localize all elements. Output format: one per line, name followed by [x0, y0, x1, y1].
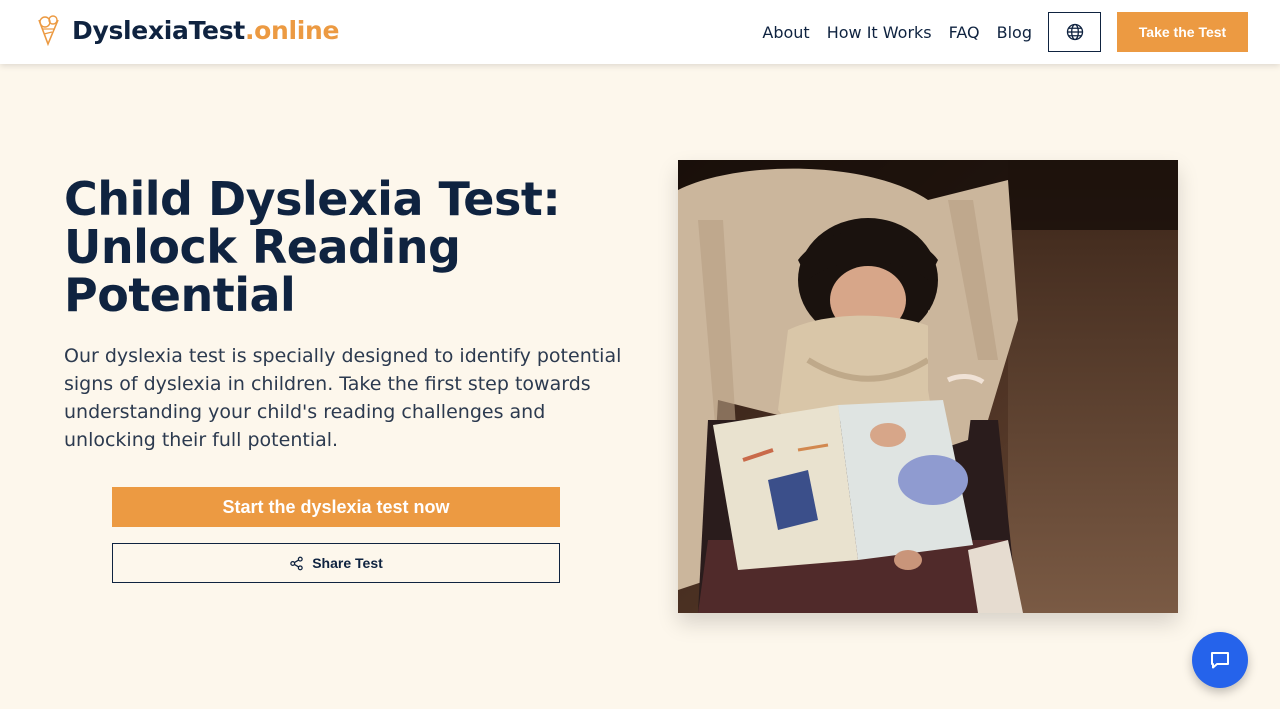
language-button[interactable] — [1048, 12, 1101, 52]
main-nav: About How It Works FAQ Blog — [762, 0, 1032, 64]
brand-text: DyslexiaTest.online — [72, 15, 340, 45]
share-test-button[interactable]: Share Test — [112, 543, 560, 583]
hero-photo — [678, 160, 1178, 613]
share-icon — [290, 556, 303, 570]
nav-how-it-works[interactable]: How It Works — [827, 23, 932, 42]
page-title: Child Dyslexia Test: Unlock Reading Pote… — [64, 172, 561, 322]
start-test-button[interactable]: Start the dyslexia test now — [112, 487, 560, 527]
nav-blog[interactable]: Blog — [997, 23, 1032, 42]
chat-bubble-icon — [1211, 652, 1229, 669]
share-label: Share Test — [312, 555, 383, 571]
brand-tld: .online — [244, 15, 340, 45]
hero-photo-illustration — [678, 160, 1178, 613]
section-divider — [0, 709, 1280, 720]
globe-icon — [1066, 23, 1083, 41]
nav-about[interactable]: About — [762, 23, 809, 42]
logo-icon — [38, 15, 59, 46]
chat-button[interactable] — [1192, 632, 1248, 688]
logo[interactable]: DyslexiaTest.online — [36, 14, 340, 46]
site-header: DyslexiaTest.online About How It Works F… — [0, 0, 1280, 64]
brand-name: DyslexiaTest — [72, 15, 245, 45]
hero-description: Our dyslexia test is specially designed … — [64, 345, 622, 451]
nav-faq[interactable]: FAQ — [949, 23, 980, 42]
take-test-button[interactable]: Take the Test — [1117, 12, 1248, 52]
